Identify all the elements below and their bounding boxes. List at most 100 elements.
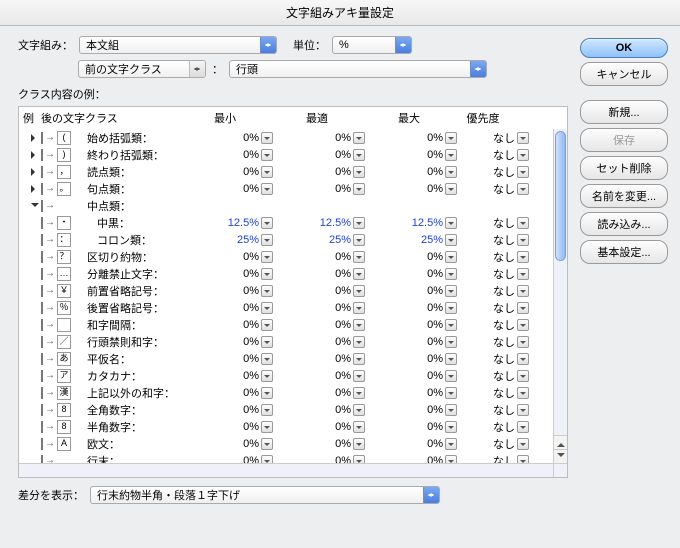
stepper-icon[interactable] (261, 302, 273, 314)
stepper-icon[interactable] (353, 251, 365, 263)
stepper-icon[interactable] (353, 319, 365, 331)
expand-down-icon[interactable] (31, 203, 39, 211)
stepper-icon[interactable] (261, 268, 273, 280)
delete-button[interactable]: セット削除 (580, 156, 668, 180)
expand-right-icon[interactable] (31, 168, 39, 176)
stepper-icon[interactable] (445, 268, 457, 280)
stepper-icon[interactable] (517, 421, 529, 433)
stepper-icon[interactable] (353, 234, 365, 246)
stepper-icon[interactable] (261, 319, 273, 331)
stepper-icon[interactable] (517, 404, 529, 416)
stepper-icon[interactable] (261, 404, 273, 416)
stepper-icon[interactable] (445, 336, 457, 348)
glyph-icon: 漢 (57, 386, 71, 400)
stepper-icon[interactable] (445, 132, 457, 144)
stepper-icon[interactable] (445, 353, 457, 365)
stepper-icon[interactable] (353, 404, 365, 416)
arrow-icon: → (45, 268, 55, 279)
stepper-icon[interactable] (353, 336, 365, 348)
stepper-icon[interactable] (517, 234, 529, 246)
stepper-icon[interactable] (445, 149, 457, 161)
stepper-icon[interactable] (445, 285, 457, 297)
stepper-icon[interactable] (517, 268, 529, 280)
prev-class-select[interactable]: 前の文字クラス (78, 60, 206, 78)
basic-button[interactable]: 基本設定... (580, 240, 668, 264)
stepper-icon[interactable] (261, 285, 273, 297)
stepper-icon[interactable] (517, 336, 529, 348)
expand-right-icon[interactable] (31, 151, 39, 159)
stepper-icon[interactable] (261, 370, 273, 382)
stepper-icon[interactable] (353, 438, 365, 450)
stepper-icon[interactable] (261, 217, 273, 229)
stepper-icon[interactable] (445, 319, 457, 331)
expand-right-icon[interactable] (31, 185, 39, 193)
stepper-icon[interactable] (445, 217, 457, 229)
stepper-icon[interactable] (261, 149, 273, 161)
import-button[interactable]: 読み込み... (580, 212, 668, 236)
stepper-icon[interactable] (445, 234, 457, 246)
stepper-icon[interactable] (261, 183, 273, 195)
mojikumi-select[interactable]: 本文組 (79, 36, 277, 54)
stepper-icon[interactable] (445, 370, 457, 382)
stepper-icon[interactable] (353, 421, 365, 433)
stepper-icon[interactable] (261, 421, 273, 433)
scroll-up-icon[interactable] (554, 435, 567, 449)
stepper-icon[interactable] (517, 132, 529, 144)
stepper-icon[interactable] (261, 336, 273, 348)
stepper-icon[interactable] (445, 438, 457, 450)
stepper-icon[interactable] (261, 166, 273, 178)
stepper-icon[interactable] (261, 234, 273, 246)
stepper-icon[interactable] (517, 183, 529, 195)
rename-button[interactable]: 名前を変更... (580, 184, 668, 208)
stepper-icon[interactable] (445, 404, 457, 416)
stepper-icon[interactable] (261, 387, 273, 399)
stepper-icon[interactable] (517, 387, 529, 399)
value-opt: 0% (335, 438, 351, 450)
stepper-icon[interactable] (445, 166, 457, 178)
stepper-icon[interactable] (517, 370, 529, 382)
stepper-icon[interactable] (353, 370, 365, 382)
stepper-icon[interactable] (445, 183, 457, 195)
dropdown-icon (189, 61, 205, 77)
new-button[interactable]: 新規... (580, 100, 668, 124)
stepper-icon[interactable] (353, 217, 365, 229)
stepper-icon[interactable] (517, 149, 529, 161)
stepper-icon[interactable] (445, 251, 457, 263)
stepper-icon[interactable] (517, 251, 529, 263)
stepper-icon[interactable] (353, 353, 365, 365)
position-select[interactable]: 行頭 (229, 60, 487, 78)
stepper-icon[interactable] (261, 251, 273, 263)
stepper-icon[interactable] (445, 387, 457, 399)
arrow-icon: → (45, 183, 55, 194)
stepper-icon[interactable] (353, 302, 365, 314)
scrollbar-h[interactable] (19, 463, 553, 477)
stepper-icon[interactable] (517, 217, 529, 229)
stepper-icon[interactable] (353, 268, 365, 280)
stepper-icon[interactable] (353, 183, 365, 195)
cancel-button[interactable]: キャンセル (580, 62, 668, 86)
stepper-icon[interactable] (445, 421, 457, 433)
stepper-icon[interactable] (261, 438, 273, 450)
stepper-icon[interactable] (261, 353, 273, 365)
stepper-icon[interactable] (353, 149, 365, 161)
stepper-icon[interactable] (445, 302, 457, 314)
ok-button[interactable]: OK (580, 38, 668, 58)
stepper-icon[interactable] (517, 353, 529, 365)
diff-select[interactable]: 行末約物半角・段落１字下げ (90, 486, 440, 504)
stepper-icon[interactable] (353, 387, 365, 399)
stepper-icon[interactable] (261, 132, 273, 144)
scrollbar-v[interactable] (553, 129, 567, 463)
stepper-icon[interactable] (353, 132, 365, 144)
stepper-icon[interactable] (517, 438, 529, 450)
scrollbar-thumb[interactable] (555, 131, 566, 261)
stepper-icon[interactable] (517, 166, 529, 178)
stepper-icon[interactable] (517, 302, 529, 314)
expand-right-icon[interactable] (31, 134, 39, 142)
glyph-icon: A (57, 437, 71, 451)
stepper-icon[interactable] (353, 285, 365, 297)
stepper-icon[interactable] (517, 285, 529, 297)
stepper-icon[interactable] (353, 166, 365, 178)
stepper-icon[interactable] (517, 319, 529, 331)
scroll-down-icon[interactable] (554, 449, 567, 463)
unit-select[interactable]: % (332, 36, 412, 54)
